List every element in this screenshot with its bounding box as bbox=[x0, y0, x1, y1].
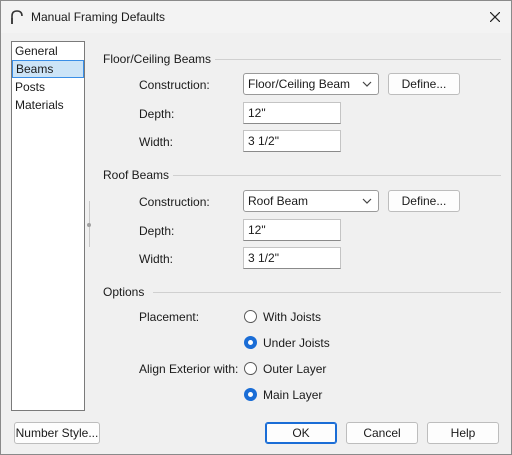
placement-under-joists-radio[interactable] bbox=[244, 336, 257, 349]
roof-width-label: Width: bbox=[139, 252, 174, 266]
nav-item-materials[interactable]: Materials bbox=[12, 96, 84, 114]
roof-width-input[interactable]: 3 1/2" bbox=[243, 247, 341, 269]
window-title: Manual Framing Defaults bbox=[31, 10, 166, 24]
roof-depth-label: Depth: bbox=[139, 224, 175, 238]
roof-construction-label: Construction: bbox=[139, 195, 210, 209]
align-outer-layer-radio[interactable] bbox=[244, 362, 257, 375]
align-exterior-label: Align Exterior with: bbox=[139, 362, 239, 376]
floor-depth-label: Depth: bbox=[139, 107, 175, 121]
roof-define-button[interactable]: Define... bbox=[388, 190, 460, 212]
floor-width-label: Width: bbox=[139, 135, 174, 149]
number-style-button[interactable]: Number Style... bbox=[14, 422, 100, 444]
roof-construction-select[interactable]: Roof Beam bbox=[243, 190, 379, 212]
close-icon bbox=[490, 12, 500, 22]
floor-construction-label: Construction: bbox=[139, 78, 210, 92]
group-divider bbox=[153, 292, 501, 293]
align-main-layer-label[interactable]: Main Layer bbox=[263, 388, 322, 402]
roof-depth-input[interactable]: 12" bbox=[243, 219, 341, 241]
ok-button[interactable]: OK bbox=[265, 422, 337, 444]
floor-construction-select[interactable]: Floor/Ceiling Beam bbox=[243, 73, 379, 95]
nav-item-posts[interactable]: Posts bbox=[12, 78, 84, 96]
align-main-layer-radio[interactable] bbox=[244, 388, 257, 401]
dialog-window: Manual Framing Defaults General Beams Po… bbox=[0, 0, 512, 455]
roof-group-title: Roof Beams bbox=[103, 168, 174, 182]
placement-with-joists-radio[interactable] bbox=[244, 310, 257, 323]
close-button[interactable] bbox=[479, 1, 511, 33]
cancel-button[interactable]: Cancel bbox=[346, 422, 418, 444]
group-divider bbox=[171, 175, 501, 176]
placement-label: Placement: bbox=[139, 310, 200, 324]
placement-under-joists-label[interactable]: Under Joists bbox=[263, 336, 330, 350]
roof-construction-value: Roof Beam bbox=[248, 194, 309, 208]
help-button[interactable]: Help bbox=[427, 422, 499, 444]
floor-construction-value: Floor/Ceiling Beam bbox=[248, 77, 351, 91]
placement-with-joists-label[interactable]: With Joists bbox=[263, 310, 321, 324]
nav-item-general[interactable]: General bbox=[12, 42, 84, 60]
floor-depth-input[interactable]: 12" bbox=[243, 102, 341, 124]
floor-define-button[interactable]: Define... bbox=[388, 73, 460, 95]
floor-width-input[interactable]: 3 1/2" bbox=[243, 130, 341, 152]
chevron-down-icon bbox=[362, 81, 372, 87]
category-list: General Beams Posts Materials bbox=[11, 41, 85, 411]
align-outer-layer-label[interactable]: Outer Layer bbox=[263, 362, 326, 376]
chevron-down-icon bbox=[362, 198, 372, 204]
title-bar[interactable]: Manual Framing Defaults bbox=[1, 1, 511, 33]
splitter-grip bbox=[87, 223, 91, 227]
group-divider bbox=[211, 59, 501, 60]
floor-ceiling-group-title: Floor/Ceiling Beams bbox=[103, 52, 216, 66]
arch-icon bbox=[11, 10, 23, 24]
nav-item-beams[interactable]: Beams bbox=[12, 60, 84, 78]
options-group-title: Options bbox=[103, 285, 149, 299]
